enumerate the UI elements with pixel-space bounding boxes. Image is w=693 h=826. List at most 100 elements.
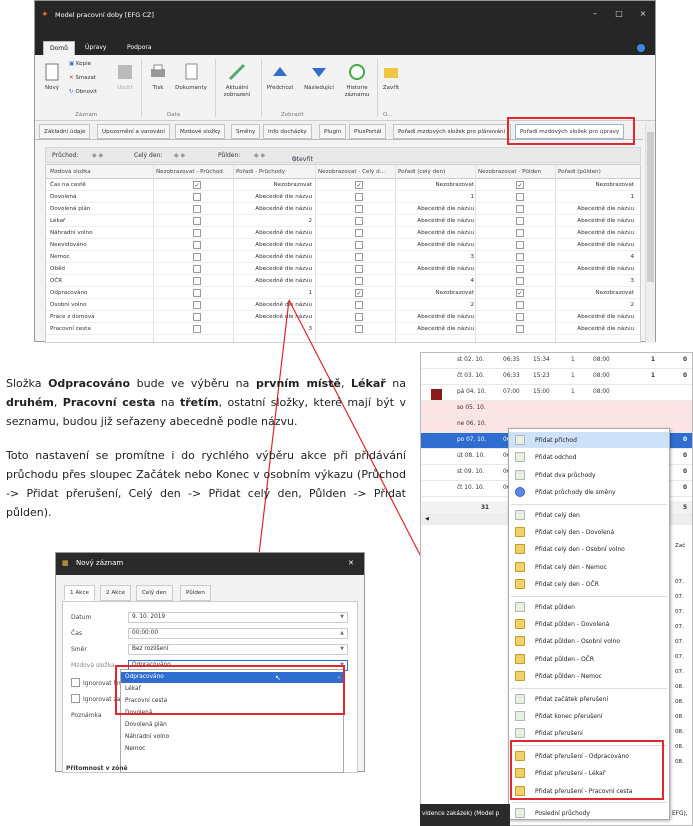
cell-f: 0: [683, 357, 688, 363]
cell-d: 08:00: [593, 373, 610, 379]
total-right-value: 5: [683, 505, 688, 511]
cell-a: 07:00: [503, 389, 520, 395]
menu-item-icon: [515, 693, 525, 704]
menu-item-icon: [515, 671, 525, 682]
scroll-left-icon: ◀: [425, 516, 429, 522]
menu-item-label: Přidat celý den - OČR: [535, 581, 599, 589]
menu-item[interactable]: Přidat půlden - OČR: [509, 651, 669, 667]
menu-item-icon: [515, 711, 525, 721]
menu-item-icon: [515, 435, 525, 445]
stepper-icon: ▲: [340, 630, 344, 636]
total-value: 31: [481, 505, 490, 511]
side-cell: 08.: [675, 759, 684, 765]
menu-item-icon: [515, 452, 525, 463]
highlight-context-menu: [510, 740, 664, 800]
cell-d: 08:00: [593, 389, 610, 395]
cell-day: po 07. 10.: [457, 437, 487, 443]
side-cell: 07.: [675, 624, 684, 630]
menu-item-icon: [515, 487, 525, 498]
dialog-title: Nový záznam: [76, 559, 124, 567]
dropdown-option[interactable]: Nemoc: [121, 744, 343, 755]
menu-item[interactable]: Přidat začátek přerušení: [509, 691, 669, 707]
side-cell: 08.: [675, 744, 684, 750]
menu-item-label: Přidat celý den - Nemoc: [535, 563, 607, 571]
cell-c: 1: [571, 357, 575, 363]
cell-day: st 09. 10.: [457, 469, 485, 475]
datum-label: Datum: [71, 614, 92, 621]
menu-item[interactable]: Přidat půlden - Osobní volno: [509, 633, 669, 649]
dialog-close-button[interactable]: ✕: [348, 559, 354, 567]
menu-item-label: Přidat půlden - Nemoc: [535, 673, 602, 681]
dialog-tab-pulden[interactable]: Půlden: [180, 585, 211, 601]
cell-b: 15:00: [533, 389, 550, 395]
menu-item-icon: [515, 619, 525, 629]
menu-item[interactable]: Přidat dva průchody: [509, 467, 669, 483]
menu-item-label: Přidat konec přerušení: [535, 713, 603, 720]
side-cell: 07.: [675, 594, 684, 600]
menu-item-label: Poslední průchody: [535, 810, 590, 817]
menu-item[interactable]: Přidat průchody dle směny: [509, 484, 669, 500]
menu-item[interactable]: Přidat příchod: [509, 432, 669, 448]
calendar-row[interactable]: so 05. 10.: [421, 401, 692, 417]
menu-item-label: Přidat začátek přerušení: [535, 695, 609, 703]
menu-item[interactable]: Přidat konec přerušení: [509, 708, 669, 724]
dialog-tab-cely-den[interactable]: Celý den: [136, 585, 173, 601]
smer-select[interactable]: Bez rozlišení ▼: [128, 644, 348, 655]
menu-item[interactable]: Přidat půlden: [509, 599, 669, 615]
cell-b: 15:23: [533, 373, 550, 379]
cell-f: 0: [683, 453, 688, 459]
side-cell: 07.: [675, 609, 684, 615]
menu-item-label: Přidat celý den - Dovolená: [535, 529, 615, 536]
menu-item-label: Přidat odchod: [535, 454, 577, 462]
chevron-down-icon: ▼: [340, 614, 344, 620]
cell-a: 06:35: [503, 357, 520, 363]
menu-item-label: Přidat půlden - Dovolená: [535, 621, 610, 628]
menu-item-label: Přidat přerušení: [535, 730, 583, 738]
cell-c: 1: [571, 389, 575, 395]
menu-item[interactable]: Přidat přerušení: [509, 725, 669, 741]
status-right: EFG),: [672, 811, 688, 817]
cell-day: čt 10. 10.: [457, 485, 485, 491]
ignore-zone-checkbox[interactable]: [71, 694, 80, 703]
status-bar: vidence zakázek) (Model p: [420, 804, 510, 826]
side-cell: 08.: [675, 684, 684, 690]
menu-item[interactable]: Přidat odchod: [509, 449, 669, 465]
dropdown-option[interactable]: Náhradní volno: [121, 732, 343, 743]
chevron-down-icon: ▼: [340, 646, 344, 652]
cell-f: 0: [683, 485, 688, 491]
menu-item[interactable]: Přidat celý den - Nemoc: [509, 559, 669, 575]
datum-field[interactable]: 9. 10. 2019 ▼: [128, 612, 348, 623]
side-cell: 08.: [675, 714, 684, 720]
zac-column: Zač: [675, 543, 686, 549]
dropdown-option[interactable]: Dovolená plán: [121, 720, 343, 731]
smer-label: Směr: [71, 646, 87, 653]
dialog-tab-1-akce[interactable]: 1 Akce: [64, 585, 95, 601]
menu-item[interactable]: Přidat celý den - Osobní volno: [509, 541, 669, 557]
cell-c: 1: [571, 373, 575, 379]
dialog-icon: ▦: [62, 559, 69, 567]
menu-item[interactable]: Přidat celý den: [509, 507, 669, 523]
cell-day: so 05. 10.: [457, 405, 486, 411]
dialog-tab-2-akce[interactable]: 2 Akce: [100, 585, 131, 601]
cas-field[interactable]: 00:00:00 ▲: [128, 628, 348, 639]
menu-item-icon: [515, 509, 525, 520]
side-cell: 08.: [675, 699, 684, 705]
menu-item[interactable]: Přidat půlden - Dovolená: [509, 616, 669, 632]
menu-item-label: Přidat průchody dle směny: [535, 489, 616, 497]
menu-item-icon: [515, 808, 525, 818]
menu-item[interactable]: Přidat celý den - Dovolená: [509, 524, 669, 540]
poznamka-label: Poznámka: [71, 712, 102, 719]
calendar-row[interactable]: čt 03. 10. 06:33 15:23 1 08:00 1 0: [421, 369, 692, 385]
calendar-row[interactable]: st 02. 10. 06:35 15:34 1 08:00 1 0: [421, 353, 692, 369]
menu-item[interactable]: Přidat celý den - OČR: [509, 576, 669, 592]
menu-item-icon: [515, 653, 525, 664]
cell-f: 0: [683, 373, 688, 379]
paragraph-order: Složka Odpracováno bude ve výběru na prv…: [6, 377, 406, 428]
menu-item-label: Přidat dva průchody: [535, 471, 596, 479]
menu-item-icon: [515, 527, 525, 537]
cell-e: 1: [651, 357, 656, 363]
menu-item[interactable]: Poslední průchody: [509, 805, 669, 821]
calendar-row[interactable]: pá 04. 10. 07:00 15:00 1 08:00: [421, 385, 692, 401]
menu-item[interactable]: Přidat půlden - Nemoc: [509, 668, 669, 684]
ignore-limit-checkbox[interactable]: [71, 678, 80, 687]
